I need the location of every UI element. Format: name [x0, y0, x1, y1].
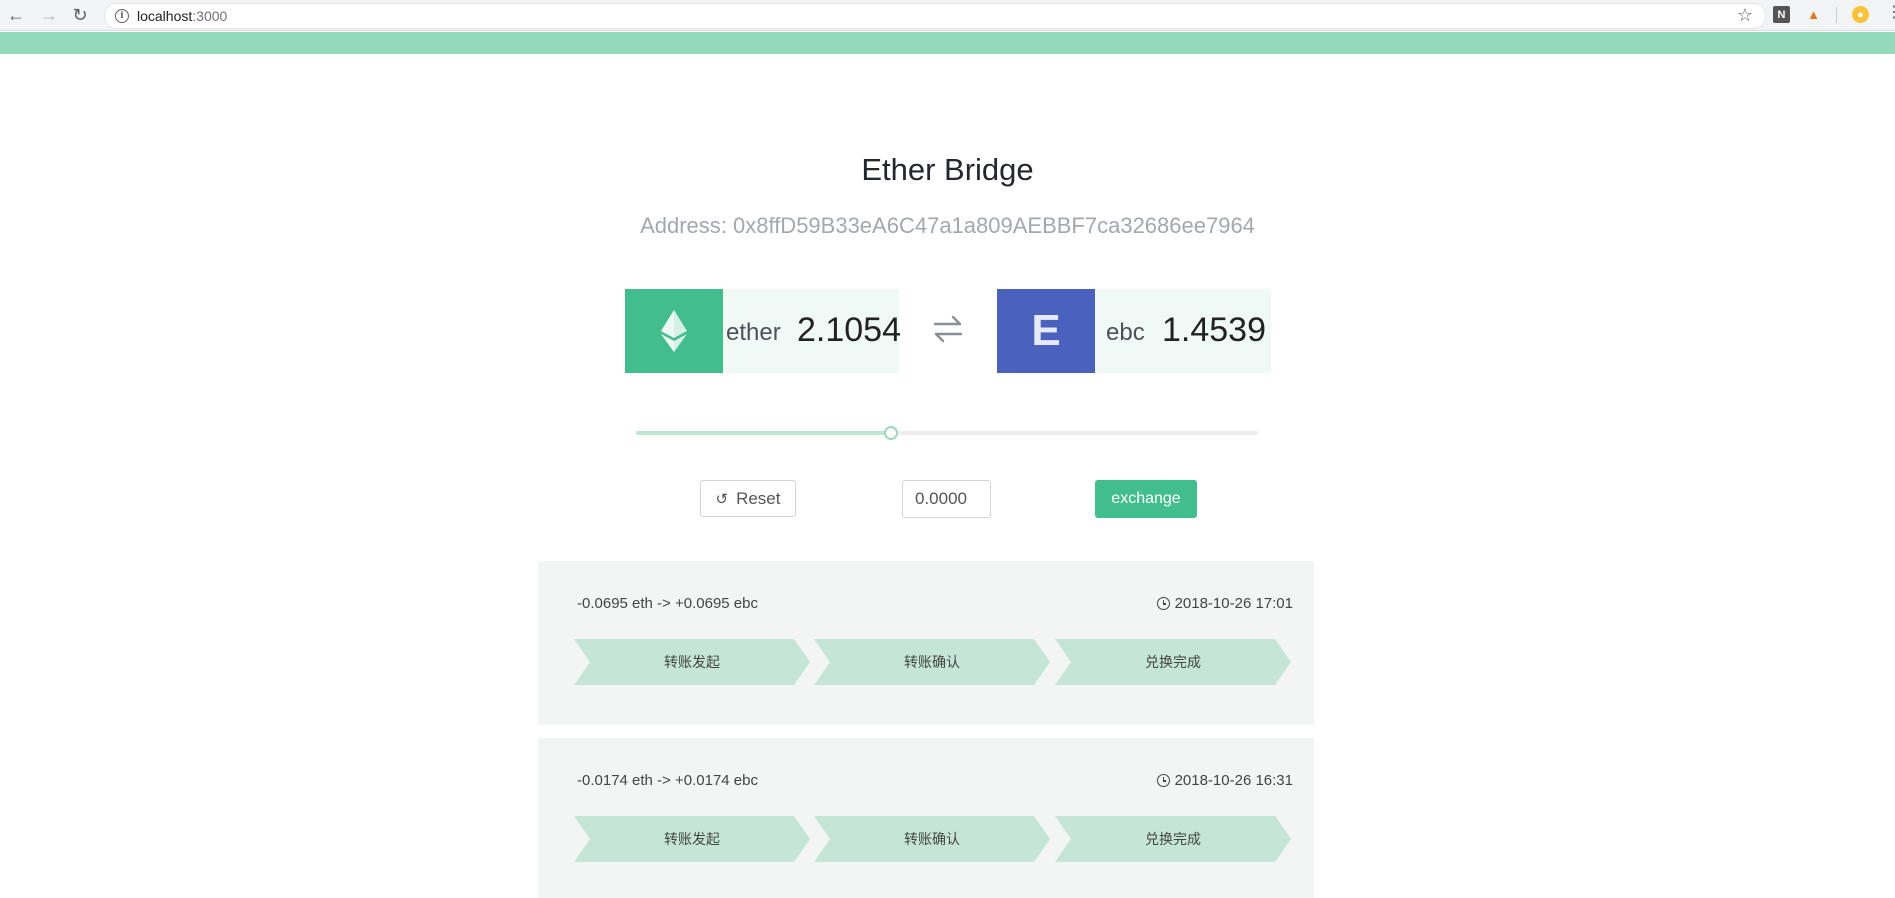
back-arrow-icon[interactable]: ← [6, 5, 26, 25]
ebc-letter-icon: E [1031, 306, 1061, 355]
ebc-token-name: ebc [1106, 319, 1145, 346]
transaction-record: -0.0695 eth -> +0.0695 ebc 2018-10-26 17… [538, 561, 1314, 725]
record-summary: -0.0174 eth -> +0.0174 ebc [577, 772, 758, 789]
ebc-logo: E [997, 289, 1095, 373]
clock-icon [1156, 597, 1170, 610]
record-time: 2018-10-26 16:31 [1156, 772, 1293, 789]
ebc-balance-amount: 1.4539 [1162, 311, 1266, 349]
progress-steps: 转账发起 转账确认 兑换完成 [574, 816, 1294, 862]
step-transfer-initiated: 转账发起 [574, 816, 810, 862]
reset-button[interactable]: ↺ Reset [700, 480, 796, 517]
exchange-button[interactable]: exchange [1095, 480, 1197, 518]
bookmark-star-icon[interactable]: ☆ [1737, 5, 1753, 26]
ether-token-name: ether [726, 319, 781, 346]
clock-icon [1156, 774, 1170, 787]
step-transfer-initiated: 转账发起 [574, 639, 810, 685]
step-transfer-confirmed: 转账确认 [814, 816, 1050, 862]
lightbulb-extension-icon[interactable]: ● [1852, 6, 1869, 23]
forward-arrow-icon[interactable]: → [39, 5, 59, 25]
step-exchange-complete: 兑换完成 [1055, 816, 1291, 862]
ether-balance-amount: 2.1054 [797, 311, 901, 349]
url-text: localhost:3000 [137, 8, 228, 24]
browser-toolbar: ← → ↻ i localhost:3000 ☆ N ▲ ● ⋮ [0, 0, 1895, 31]
progress-steps: 转账发起 转账确认 兑换完成 [574, 639, 1294, 685]
step-exchange-complete: 兑换完成 [1055, 639, 1291, 685]
reset-label: Reset [736, 488, 781, 508]
refresh-icon: ↺ [715, 490, 729, 508]
address-bar[interactable]: i localhost:3000 ☆ [104, 3, 1766, 29]
slider-handle[interactable] [884, 426, 899, 440]
record-timestamp: 2018-10-26 17:01 [1174, 595, 1293, 612]
metamask-extension-icon[interactable]: ▲ [1805, 6, 1822, 23]
page-title: Ether Bridge [861, 152, 1034, 187]
ethereum-logo [625, 289, 723, 373]
app-header-bar [0, 32, 1895, 54]
wallet-address: Address: 0x8ffD59B33eA6C47a1a809AEBBF7ca… [640, 213, 1255, 238]
info-icon[interactable]: i [115, 9, 129, 23]
reload-icon[interactable]: ↻ [70, 5, 90, 25]
amount-input[interactable] [902, 480, 991, 518]
ethereum-icon [661, 310, 687, 352]
ebc-balance-card: E ebc 1.4539 [997, 289, 1271, 373]
notion-extension-icon[interactable]: N [1773, 6, 1790, 23]
record-summary: -0.0695 eth -> +0.0695 ebc [577, 595, 758, 612]
step-transfer-confirmed: 转账确认 [814, 639, 1050, 685]
record-timestamp: 2018-10-26 16:31 [1174, 772, 1293, 789]
browser-menu-icon[interactable]: ⋮ [1886, 5, 1895, 21]
transaction-record: -0.0174 eth -> +0.0174 ebc 2018-10-26 16… [538, 738, 1314, 898]
swap-arrows-icon [933, 315, 963, 343]
amount-slider[interactable] [636, 426, 1258, 440]
toolbar-divider [1836, 7, 1837, 23]
ether-balance-card: ether 2.1054 [625, 289, 901, 373]
record-time: 2018-10-26 17:01 [1156, 595, 1293, 612]
slider-track [636, 431, 892, 435]
